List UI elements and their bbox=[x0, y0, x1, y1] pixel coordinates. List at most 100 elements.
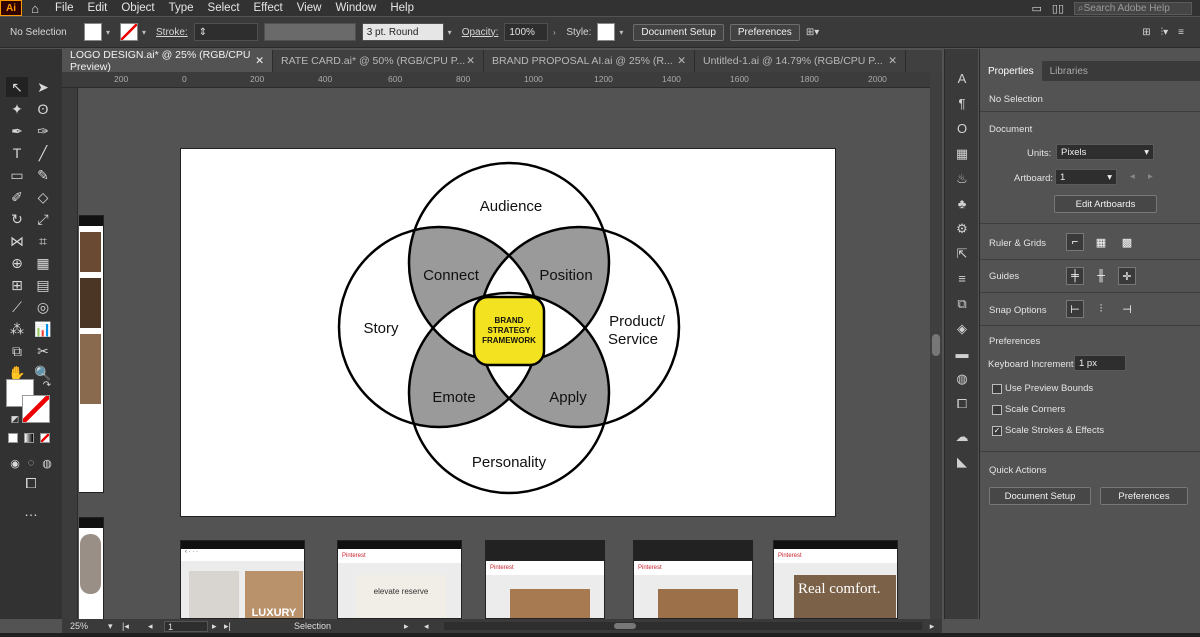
export-icon[interactable]: ⇱ bbox=[952, 246, 972, 264]
scale-corners-checkbox[interactable] bbox=[992, 405, 1002, 415]
preferences-button[interactable]: Preferences bbox=[729, 23, 800, 41]
document-setup-button[interactable]: Document Setup bbox=[633, 23, 724, 41]
edit-artboards-button[interactable]: Edit Artboards bbox=[1054, 195, 1157, 213]
eraser-icon[interactable]: ◇ bbox=[32, 187, 54, 207]
eyedropper-icon[interactable]: ⟋ bbox=[6, 297, 28, 317]
opentype-icon[interactable]: O bbox=[952, 121, 972, 139]
rectangle-tool-icon[interactable]: ▭ bbox=[6, 165, 28, 185]
bottom-thumbnail-1[interactable]: ‹ · · · LUXURY bbox=[180, 540, 305, 619]
menu-help[interactable]: Help bbox=[383, 2, 421, 14]
direct-selection-tool-icon[interactable]: ➤ bbox=[32, 77, 54, 97]
align-icon[interactable]: ⊞ bbox=[1142, 27, 1150, 38]
stroke-label[interactable]: Stroke: bbox=[156, 27, 188, 38]
stroke-color-box[interactable] bbox=[22, 395, 50, 423]
window-minimize-icon[interactable]: ▭ bbox=[1031, 2, 1041, 15]
symbol-sprayer-icon[interactable]: ⁂ bbox=[6, 319, 28, 339]
lock-guides-icon[interactable]: ╫ bbox=[1092, 267, 1110, 285]
lasso-icon[interactable]: ʘ bbox=[32, 99, 54, 119]
close-icon[interactable]: ✕ bbox=[888, 55, 897, 67]
menu-type[interactable]: Type bbox=[162, 2, 201, 14]
menu-object[interactable]: Object bbox=[114, 2, 161, 14]
gradient-tool-icon[interactable]: ▤ bbox=[32, 275, 54, 295]
keyboard-increment-input[interactable]: 1 px bbox=[1074, 355, 1126, 371]
panel-menu-icon[interactable]: ≡ bbox=[1178, 27, 1184, 38]
default-colors-icon[interactable]: ◩ bbox=[4, 409, 26, 429]
next-artboard-icon[interactable]: ▸ bbox=[1148, 171, 1153, 182]
draw-inside-icon[interactable]: ◍ bbox=[36, 453, 58, 473]
bottom-thumbnail-5[interactable]: Pinterest Real comfort. bbox=[773, 540, 898, 619]
curvature-tool-icon[interactable]: ✑ bbox=[32, 121, 54, 141]
tab-brand-proposal[interactable]: BRAND PROPOSAL AI.ai @ 25% (R... ✕ bbox=[484, 50, 695, 72]
left-thumbnail[interactable] bbox=[79, 215, 104, 493]
quick-preferences-button[interactable]: Preferences bbox=[1100, 487, 1188, 505]
perspective-grid-icon[interactable]: ▦ bbox=[32, 253, 54, 273]
zoom-level[interactable]: 25% bbox=[62, 621, 108, 631]
gradient-mode-icon[interactable] bbox=[24, 433, 34, 443]
chevron-down-icon[interactable]: ▾ bbox=[108, 621, 122, 632]
free-transform-icon[interactable]: ⌗ bbox=[32, 231, 54, 251]
scroll-left-icon[interactable]: ◂ bbox=[424, 621, 444, 632]
home-icon[interactable]: ⌂ bbox=[22, 1, 48, 16]
paragraph-icon[interactable]: ¶ bbox=[952, 96, 972, 114]
distribute-icon[interactable]: ⫶▾ bbox=[1161, 27, 1169, 38]
stroke-weight-input[interactable]: ⇕ bbox=[193, 23, 258, 41]
snap-to-point-icon[interactable]: ⊢ bbox=[1066, 300, 1084, 318]
vertical-ruler[interactable] bbox=[62, 88, 78, 619]
blend-tool-icon[interactable]: ◎ bbox=[32, 297, 54, 317]
shaper-tool-icon[interactable]: ✐ bbox=[6, 187, 28, 207]
stroke-swatch[interactable] bbox=[120, 23, 138, 41]
screen-mode-icon[interactable]: ⧠ bbox=[20, 473, 42, 493]
close-icon[interactable]: ✕ bbox=[466, 55, 475, 67]
bottom-thumbnail-4[interactable]: Pinterest bbox=[633, 540, 753, 619]
snap-to-glyph-icon[interactable]: ⊣ bbox=[1118, 300, 1136, 318]
slice-tool-icon[interactable]: ✂ bbox=[32, 341, 54, 361]
use-preview-bounds-checkbox[interactable] bbox=[992, 384, 1002, 394]
menu-file[interactable]: File bbox=[48, 2, 81, 14]
color-mode-icon[interactable] bbox=[8, 433, 18, 443]
menu-edit[interactable]: Edit bbox=[81, 2, 115, 14]
pathfinder-icon[interactable]: ⧉ bbox=[952, 296, 972, 314]
horizontal-scrollbar[interactable] bbox=[444, 622, 922, 630]
mesh-tool-icon[interactable]: ⊞ bbox=[6, 275, 28, 295]
brush-definition[interactable]: 3 pt. Round bbox=[361, 23, 444, 41]
column-graph-icon[interactable]: 📊 bbox=[32, 319, 54, 339]
close-icon[interactable]: ✕ bbox=[677, 55, 686, 67]
character-icon[interactable]: A bbox=[952, 71, 972, 89]
menu-select[interactable]: Select bbox=[201, 2, 247, 14]
chevron-down-icon[interactable]: ▾ bbox=[615, 28, 627, 37]
left-thumbnail[interactable] bbox=[79, 517, 104, 619]
tab-libraries[interactable]: Libraries bbox=[1042, 61, 1096, 81]
artboard[interactable]: Audience Story Product/ Service Personal… bbox=[180, 148, 836, 517]
artboard-select[interactable]: 1 ▾ bbox=[1055, 169, 1117, 185]
gradient-panel-icon[interactable]: ▬ bbox=[952, 346, 972, 364]
units-select[interactable]: Pixels ▾ bbox=[1056, 144, 1154, 160]
rotate-tool-icon[interactable]: ↻ bbox=[6, 209, 28, 229]
paintbrush-icon[interactable]: ✎ bbox=[32, 165, 54, 185]
close-icon[interactable]: ✕ bbox=[255, 55, 264, 67]
swatches-icon[interactable]: ▦ bbox=[952, 146, 972, 164]
chevron-down-icon[interactable]: ▾ bbox=[138, 28, 150, 37]
swap-colors-icon[interactable]: ↷ bbox=[36, 375, 58, 395]
width-tool-icon[interactable]: ⋈ bbox=[6, 231, 28, 251]
bottom-thumbnail-2[interactable]: Pinterest elevate reserve bbox=[337, 540, 462, 619]
scroll-right-icon[interactable]: ▸ bbox=[922, 621, 942, 632]
first-artboard-icon[interactable]: |◂ bbox=[122, 621, 148, 632]
variable-width-profile[interactable] bbox=[263, 23, 356, 41]
brushes-icon[interactable]: ♨ bbox=[952, 171, 972, 189]
ruler-icon[interactable]: ⌐ bbox=[1066, 233, 1084, 251]
pen-tool-icon[interactable]: ✒ bbox=[6, 121, 28, 141]
type-tool-icon[interactable]: T bbox=[6, 143, 28, 163]
tab-untitled-1[interactable]: Untitled-1.ai @ 14.79% (RGB/CPU P... ✕ bbox=[695, 50, 906, 72]
last-artboard-icon[interactable]: ▸| bbox=[224, 621, 294, 632]
canvas-area[interactable]: Audience Story Product/ Service Personal… bbox=[79, 88, 930, 619]
scrollbar-thumb[interactable] bbox=[614, 623, 636, 629]
quick-document-setup-button[interactable]: Document Setup bbox=[989, 487, 1091, 505]
snap-to-pixel-icon[interactable]: ⫶ bbox=[1092, 300, 1110, 318]
transparency-icon[interactable]: ◍ bbox=[952, 371, 972, 389]
grid-icon[interactable]: ▦ bbox=[1092, 233, 1110, 251]
menu-effect[interactable]: Effect bbox=[247, 2, 290, 14]
search-input[interactable]: ⌕ Search Adobe Help bbox=[1074, 1, 1192, 15]
next-artboard-icon[interactable]: ▸ bbox=[208, 621, 224, 632]
style-swatch[interactable] bbox=[597, 23, 616, 41]
line-tool-icon[interactable]: ╱ bbox=[32, 143, 54, 163]
